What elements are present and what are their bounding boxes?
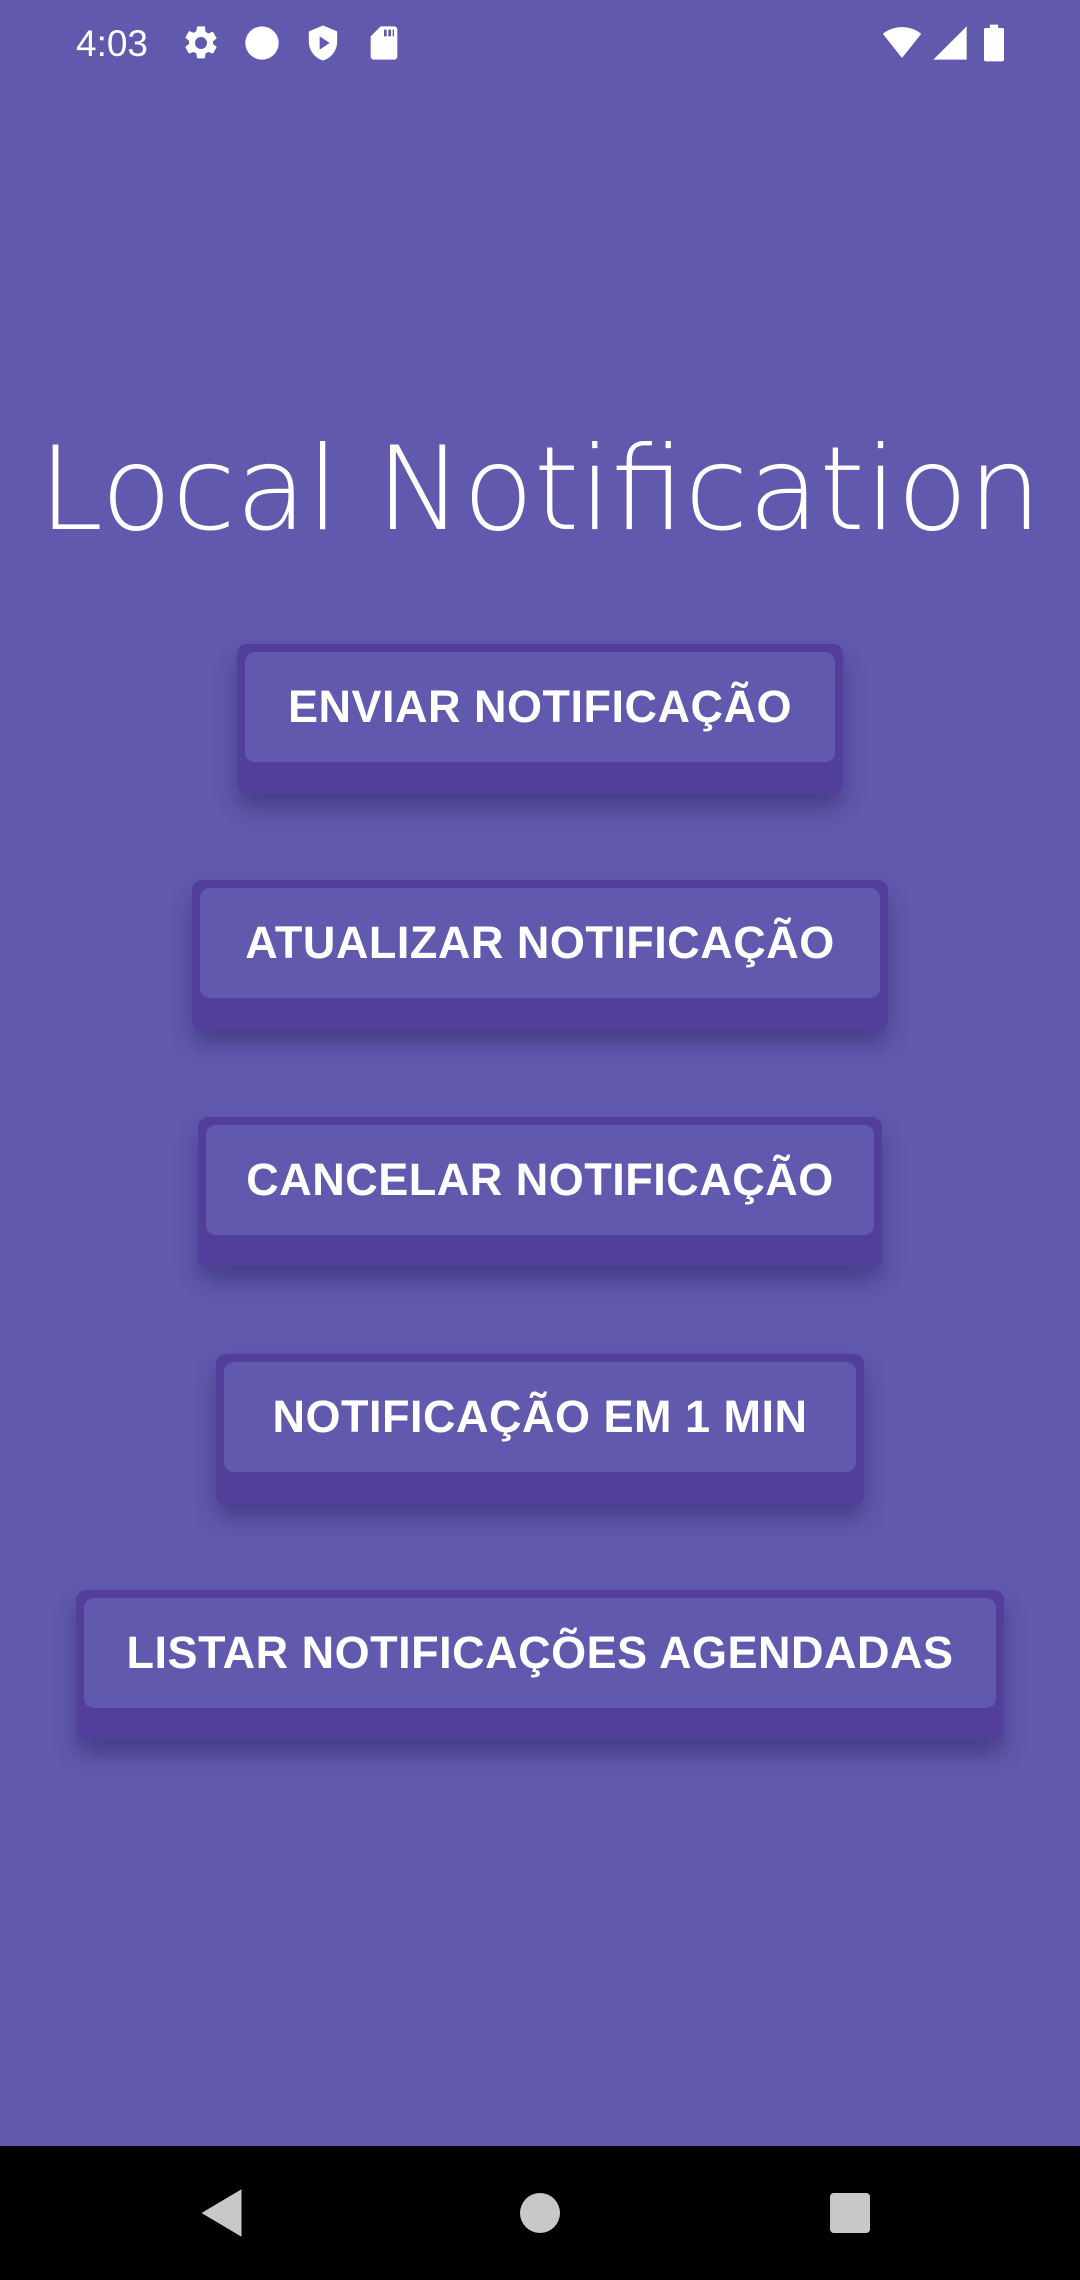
gear-icon (181, 23, 221, 63)
update-notification-label: ATUALIZAR NOTIFICAÇÃO (200, 888, 880, 998)
wifi-icon (880, 23, 924, 63)
battery-icon (980, 23, 1008, 63)
notification-in-1-min-label: NOTIFICAÇÃO EM 1 MIN (224, 1362, 856, 1472)
cancel-notification-label: CANCELAR NOTIFICAÇÃO (206, 1125, 874, 1235)
cell-signal-icon (930, 23, 970, 63)
circle-icon (242, 23, 282, 63)
status-bar: 4:03 (0, 0, 1080, 88)
back-triangle-icon[interactable] (194, 2183, 254, 2243)
status-time: 4:03 (76, 23, 149, 64)
shield-play-icon (303, 23, 343, 63)
send-notification-label: ENVIAR NOTIFICAÇÃO (245, 652, 835, 762)
home-circle-icon[interactable] (510, 2183, 570, 2243)
navigation-bar (0, 2146, 1080, 2280)
page-title: Local Notification (38, 422, 1042, 557)
list-scheduled-notifications-label: LISTAR NOTIFICAÇÕES AGENDADAS (84, 1598, 996, 1708)
sd-card-icon (364, 23, 404, 63)
recents-square-icon[interactable] (820, 2183, 880, 2243)
send-notification-button[interactable]: ENVIAR NOTIFICAÇÃO (237, 644, 843, 794)
cancel-notification-button[interactable]: CANCELAR NOTIFICAÇÃO (198, 1117, 882, 1267)
update-notification-button[interactable]: ATUALIZAR NOTIFICAÇÃO (192, 880, 888, 1030)
notification-in-1-min-button[interactable]: NOTIFICAÇÃO EM 1 MIN (216, 1354, 864, 1504)
list-scheduled-notifications-button[interactable]: LISTAR NOTIFICAÇÕES AGENDADAS (76, 1590, 1004, 1740)
